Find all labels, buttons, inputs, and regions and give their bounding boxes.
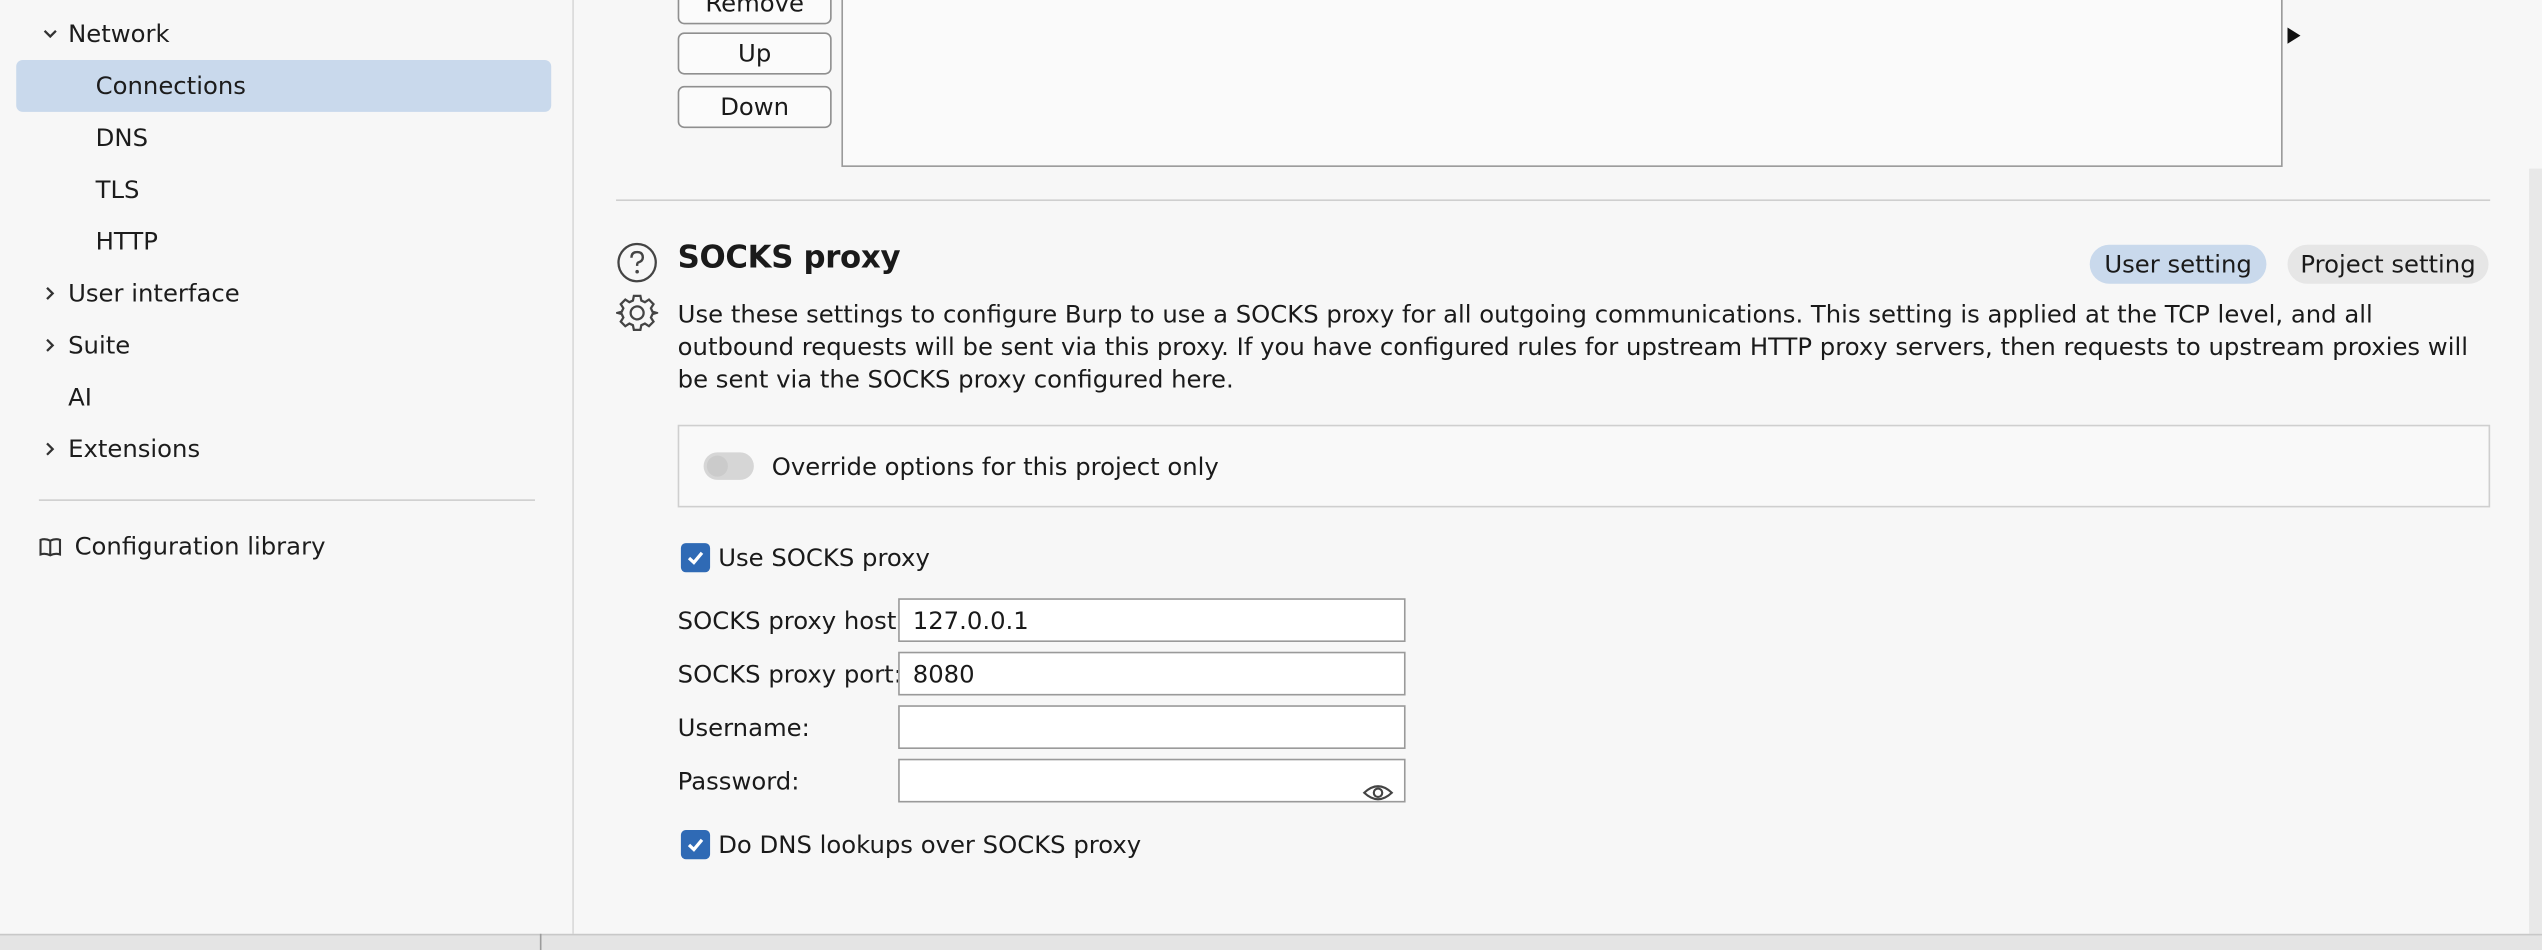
sidebar-item-connections[interactable]: Connections bbox=[16, 59, 552, 112]
sidebar-item-label: DNS bbox=[95, 123, 149, 153]
dns-over-socks-label: Do DNS lookups over SOCKS proxy bbox=[718, 830, 1142, 860]
sidebar-item-label: Suite bbox=[68, 330, 131, 360]
sidebar-item-label: TLS bbox=[95, 175, 140, 205]
override-label: Override options for this project only bbox=[771, 452, 1219, 482]
override-toggle[interactable] bbox=[703, 452, 754, 480]
sidebar-item-label: Extensions bbox=[68, 434, 201, 464]
sidebar-item-dns[interactable]: DNS bbox=[16, 112, 551, 164]
sidebar-item-label: Network bbox=[68, 19, 170, 49]
socks-port-field[interactable]: 8080 bbox=[898, 651, 1406, 696]
vertical-scrollbar[interactable] bbox=[2529, 168, 2542, 934]
sidebar-item-label: User interface bbox=[68, 278, 240, 309]
sidebar-item-extensions[interactable]: Extensions bbox=[16, 423, 551, 475]
sidebar-item-http[interactable]: HTTP bbox=[16, 216, 551, 268]
sidebar-item-ai[interactable]: AI bbox=[16, 371, 551, 423]
user-setting-badge[interactable]: User setting bbox=[2089, 244, 2267, 284]
settings-window: Network Connections DNS TLS HTTP User in… bbox=[0, 0, 2542, 950]
username-label: Username: bbox=[677, 713, 810, 743]
status-bar-divider bbox=[539, 933, 542, 950]
sidebar-item-label: Configuration library bbox=[74, 531, 326, 561]
down-button[interactable]: Down bbox=[677, 85, 832, 129]
upstream-proxy-list[interactable] bbox=[841, 0, 2283, 167]
username-field[interactable] bbox=[898, 705, 1406, 749]
remove-button[interactable]: Remove bbox=[677, 0, 832, 25]
eye-icon[interactable] bbox=[1362, 768, 1394, 801]
password-field[interactable] bbox=[898, 758, 1406, 803]
sidebar-divider bbox=[38, 499, 535, 501]
check-icon bbox=[687, 551, 704, 565]
sidebar-item-suite[interactable]: Suite bbox=[16, 319, 551, 371]
gear-icon[interactable] bbox=[613, 292, 661, 334]
settings-sidebar: Network Connections DNS TLS HTTP User in… bbox=[0, 0, 574, 934]
section-title: SOCKS proxy bbox=[677, 239, 901, 276]
socks-host-field[interactable]: 127.0.0.1 bbox=[898, 598, 1406, 642]
port-label: SOCKS proxy port: bbox=[677, 659, 902, 690]
sidebar-item-label: Connections bbox=[95, 71, 246, 101]
chevron-right-icon bbox=[39, 334, 62, 357]
dns-over-socks-checkbox[interactable] bbox=[680, 830, 711, 860]
section-description: Use these settings to configure Burp to … bbox=[677, 299, 2468, 394]
use-socks-label: Use SOCKS proxy bbox=[718, 543, 930, 573]
sidebar-item-network[interactable]: Network bbox=[16, 8, 551, 60]
section-divider bbox=[616, 199, 2491, 202]
sidebar-item-configuration-library[interactable]: Configuration library bbox=[16, 520, 551, 572]
sidebar-item-label: HTTP bbox=[95, 226, 158, 257]
sidebar-item-tls[interactable]: TLS bbox=[16, 164, 551, 216]
host-label: SOCKS proxy host: bbox=[677, 606, 905, 636]
password-label: Password: bbox=[677, 766, 800, 797]
check-icon bbox=[687, 838, 704, 852]
sidebar-item-label: AI bbox=[68, 382, 92, 412]
help-icon[interactable] bbox=[616, 242, 658, 284]
expand-arrow-icon[interactable] bbox=[2284, 8, 2303, 44]
chevron-down-icon bbox=[39, 23, 62, 46]
use-socks-checkbox[interactable] bbox=[680, 543, 711, 573]
up-button[interactable]: Up bbox=[677, 32, 832, 75]
status-bar bbox=[0, 933, 2542, 950]
chevron-right-icon bbox=[39, 438, 62, 461]
book-icon bbox=[39, 535, 65, 558]
project-setting-badge[interactable]: Project setting bbox=[2287, 244, 2489, 284]
chevron-right-icon bbox=[39, 282, 62, 305]
sidebar-item-user-interface[interactable]: User interface bbox=[16, 267, 551, 319]
